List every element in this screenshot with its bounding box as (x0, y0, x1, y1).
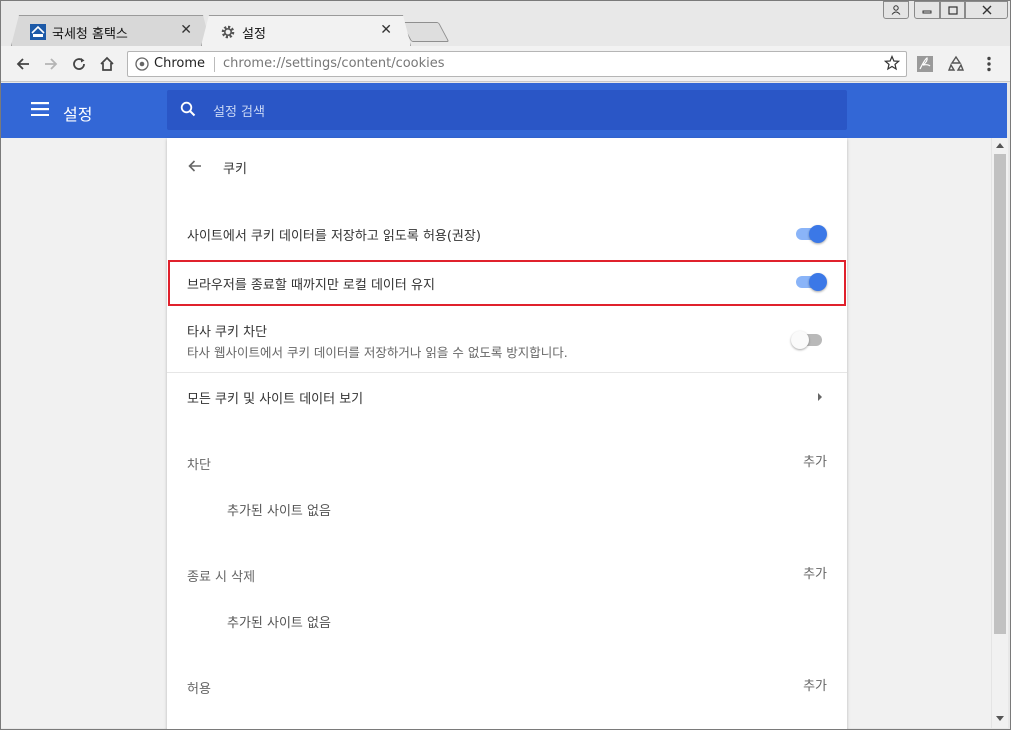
origin-chip: Chrome (154, 56, 205, 71)
block-third-party-toggle[interactable] (791, 330, 825, 350)
scrollbar-thumb[interactable] (994, 154, 1006, 634)
scroll-down-arrow-icon[interactable] (996, 716, 1004, 722)
maximize-button[interactable] (940, 1, 965, 19)
hometax-logo-icon (30, 24, 46, 40)
clear-on-exit-section-label: 종료 시 삭제 (187, 570, 256, 585)
tab-label: 설정 (242, 27, 266, 42)
subpage-title: 쿠키 (223, 162, 247, 177)
more-vert-icon (987, 56, 991, 72)
scroll-up-arrow-icon[interactable] (996, 142, 1004, 148)
omnibox-separator (214, 57, 215, 72)
search-placeholder: 설정 검색 (213, 105, 265, 120)
tab-close-icon[interactable]: ✕ (380, 22, 392, 38)
gear-icon (221, 25, 235, 39)
settings-search-input[interactable]: 설정 검색 (167, 90, 847, 130)
block-add-button[interactable]: 추가 (803, 451, 827, 470)
minimize-button[interactable] (914, 1, 940, 19)
home-button[interactable] (95, 52, 119, 76)
allow-cookies-row[interactable]: 사이트에서 쿠키 데이터를 저장하고 읽도록 허용(권장) (167, 216, 847, 252)
pdf-icon (917, 56, 933, 72)
address-bar[interactable]: Chrome chrome://settings/content/cookies (127, 51, 907, 77)
arrow-right-icon (45, 58, 58, 70)
star-icon[interactable] (884, 55, 900, 71)
row-label: 타사 쿠키 차단 (187, 325, 268, 340)
clear-on-exit-empty-message: 추가된 사이트 없음 (227, 616, 331, 631)
maximize-icon (947, 5, 958, 15)
settings-header: 설정 설정 검색 (1, 83, 1007, 138)
arrow-left-icon (16, 58, 29, 70)
tab-settings[interactable]: 설정 ✕ (201, 15, 411, 46)
reload-icon (73, 58, 85, 70)
allow-section-label: 허용 (187, 682, 211, 697)
row-label: 사이트에서 쿠키 데이터를 저장하고 읽도록 허용(권장) (187, 229, 481, 244)
tab-hometax[interactable]: 국세청 홈택스 ✕ (11, 15, 211, 46)
user-profile-button[interactable] (883, 1, 909, 19)
reload-button[interactable] (67, 52, 91, 76)
forward-button[interactable] (39, 52, 63, 76)
browser-window: 국세청 홈택스 ✕ 설정 ✕ Chrome chrome://settings/… (0, 0, 1011, 730)
back-button[interactable] (11, 52, 35, 76)
chrome-page-icon (135, 57, 149, 71)
pdf-extension-button[interactable] (914, 53, 936, 75)
back-arrow-icon[interactable] (187, 158, 203, 174)
recycle-extension-button[interactable] (945, 53, 967, 75)
view-all-cookies-row[interactable]: 모든 쿠키 및 사이트 데이터 보기 (167, 374, 847, 420)
highlight-annotation-box (168, 260, 846, 306)
block-empty-message: 추가된 사이트 없음 (227, 504, 331, 519)
row-label: 모든 쿠키 및 사이트 데이터 보기 (187, 392, 364, 407)
settings-title: 설정 (63, 105, 93, 124)
cookies-settings-card: 쿠키 사이트에서 쿠키 데이터를 저장하고 읽도록 허용(권장) 브라우저를 종… (167, 138, 847, 729)
subpage-header: 쿠키 (167, 138, 847, 194)
clear-on-exit-add-button[interactable]: 추가 (803, 563, 827, 582)
chrome-menu-button[interactable] (978, 53, 1000, 75)
vertical-scrollbar[interactable] (991, 138, 1008, 728)
block-section-label: 차단 (187, 458, 211, 473)
block-third-party-row[interactable]: 타사 쿠키 차단 타사 웹사이트에서 쿠키 데이터를 저장하거나 읽을 수 없도… (167, 312, 847, 372)
close-icon (982, 5, 991, 15)
tab-label: 국세청 홈택스 (52, 27, 128, 42)
search-icon (180, 101, 196, 117)
browser-toolbar: Chrome chrome://settings/content/cookies (1, 46, 1010, 82)
hamburger-menu-icon[interactable] (31, 102, 49, 116)
allow-add-button[interactable]: 추가 (803, 675, 827, 694)
divider (167, 372, 847, 373)
tab-strip: 국세청 홈택스 ✕ 설정 ✕ (1, 1, 1010, 46)
close-window-button[interactable] (965, 1, 1008, 19)
recycle-icon (947, 55, 965, 71)
home-icon (100, 56, 114, 71)
tab-close-icon[interactable]: ✕ (180, 22, 192, 38)
row-sublabel: 타사 웹사이트에서 쿠키 데이터를 저장하거나 읽을 수 없도록 방지합니다. (187, 345, 568, 360)
user-icon (891, 5, 901, 15)
minimize-icon (922, 10, 932, 14)
url-text[interactable]: chrome://settings/content/cookies (223, 56, 445, 71)
chevron-right-icon (818, 393, 822, 401)
allow-cookies-toggle[interactable] (793, 224, 827, 244)
toggle-knob (791, 331, 809, 349)
toggle-knob (809, 225, 827, 243)
